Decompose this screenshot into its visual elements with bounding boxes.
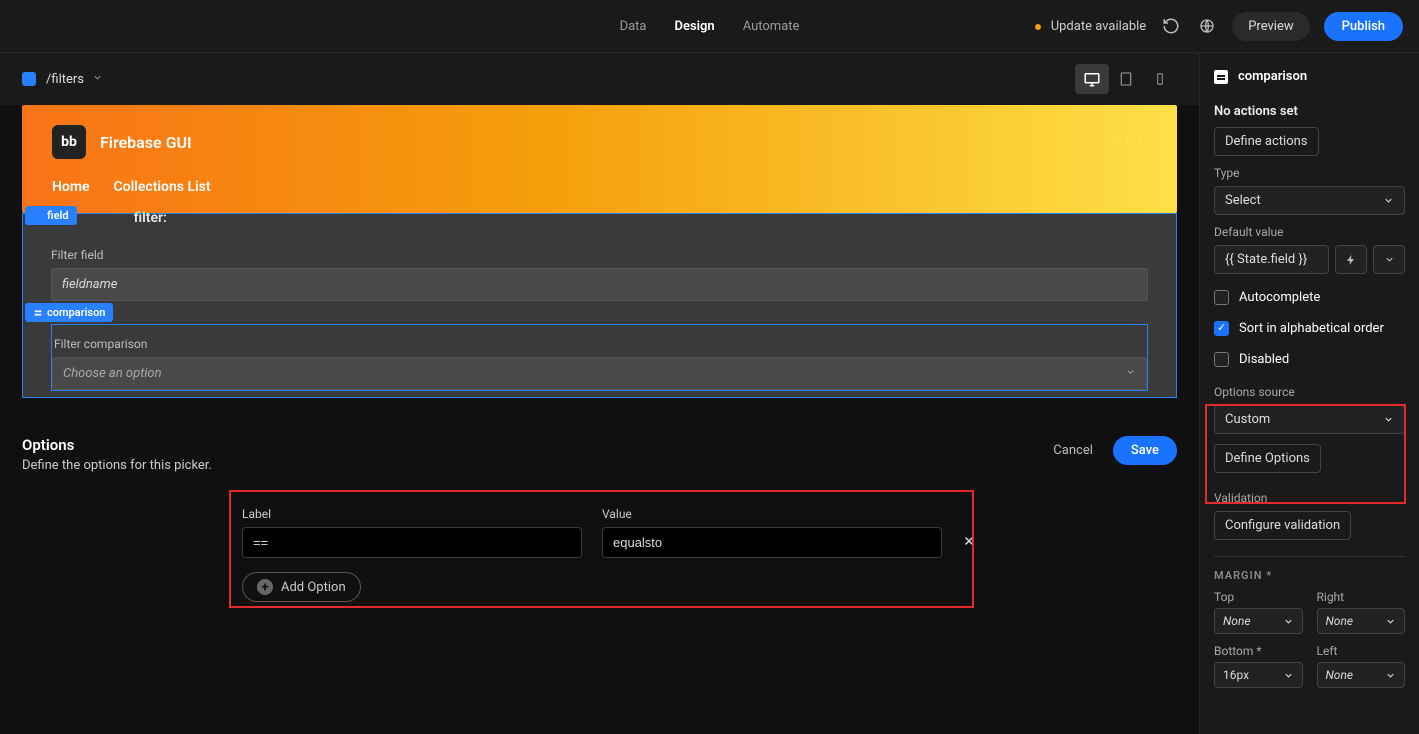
type-select[interactable]: Select xyxy=(1214,186,1405,215)
filter-comparison-select[interactable]: Choose an option xyxy=(52,357,1147,390)
chevron-down-icon xyxy=(1283,616,1294,627)
options-source-label: Options source xyxy=(1214,385,1405,399)
option-value-input[interactable] xyxy=(602,527,942,558)
component-header: comparison xyxy=(1200,53,1419,94)
chevron-down-icon xyxy=(1125,366,1136,381)
app-logo: bb xyxy=(52,125,86,159)
sort-alpha-checkbox[interactable]: Sort in alphabetical order xyxy=(1200,321,1419,336)
default-value-input[interactable]: {{ State.field }} xyxy=(1214,245,1329,274)
margin-bottom-select[interactable]: 16px xyxy=(1214,662,1303,688)
device-desktop[interactable] xyxy=(1075,64,1109,94)
globe-icon[interactable] xyxy=(1196,15,1218,37)
option-label-header: Label xyxy=(242,507,582,521)
breadcrumb-bar: /filters xyxy=(0,53,1199,105)
chevron-down-icon[interactable] xyxy=(1373,245,1405,274)
drag-handle-icon[interactable]: ⋮⋮⋮ xyxy=(1108,135,1147,150)
select-component-icon xyxy=(1214,70,1228,84)
undo-icon[interactable] xyxy=(1160,15,1182,37)
cancel-button[interactable]: Cancel xyxy=(1053,443,1093,458)
device-mobile[interactable] xyxy=(1143,64,1177,94)
filter-field-label: Filter field xyxy=(51,248,1148,262)
chevron-down-icon xyxy=(1383,414,1394,425)
field-tag[interactable]: field xyxy=(25,206,77,225)
screen-icon xyxy=(22,72,36,86)
chevron-down-icon xyxy=(1385,670,1396,681)
disabled-checkbox[interactable]: Disabled xyxy=(1200,352,1419,367)
margin-right-select[interactable]: None xyxy=(1317,608,1406,634)
plus-icon: + xyxy=(257,579,273,595)
update-dot-icon xyxy=(1035,24,1041,30)
options-modal: Options Define the options for this pick… xyxy=(0,416,1199,734)
default-value-label: Default value xyxy=(1214,225,1405,239)
app-nav: Home Collections List xyxy=(22,171,1177,213)
define-options-button[interactable]: Define Options xyxy=(1214,444,1321,473)
options-source-select[interactable]: Custom xyxy=(1214,405,1405,434)
nav-collections[interactable]: Collections List xyxy=(114,179,211,195)
options-modal-subtitle: Define the options for this picker. xyxy=(22,458,212,473)
filter-field-input[interactable]: fieldname xyxy=(51,268,1148,301)
device-tablet[interactable] xyxy=(1109,64,1143,94)
option-label-input[interactable] xyxy=(242,527,582,558)
chevron-down-icon[interactable] xyxy=(92,72,103,87)
nav-home[interactable]: Home xyxy=(52,179,90,195)
margin-bottom-label: Bottom * xyxy=(1214,644,1303,658)
filter-title: filter: xyxy=(134,210,167,226)
app-header-card: bb Firebase GUI ⋮⋮⋮ Home Collections Lis… xyxy=(22,105,1177,213)
breadcrumb-path[interactable]: /filters xyxy=(46,72,84,87)
tab-automate[interactable]: Automate xyxy=(743,13,800,40)
chevron-down-icon xyxy=(1385,616,1396,627)
publish-button[interactable]: Publish xyxy=(1324,12,1403,41)
filter-comparison-label: Filter comparison xyxy=(52,333,1147,351)
filter-panel: field filter: Filter field fieldname com… xyxy=(22,213,1177,398)
margin-left-label: Left xyxy=(1317,644,1406,658)
update-available[interactable]: Update available xyxy=(1035,19,1146,34)
margin-right-label: Right xyxy=(1317,590,1406,604)
bolt-icon[interactable] xyxy=(1335,245,1367,274)
preview-button[interactable]: Preview xyxy=(1232,12,1309,41)
topbar-tabs: Data Design Automate xyxy=(620,13,800,40)
topbar: Data Design Automate Update available Pr… xyxy=(0,0,1419,53)
tab-design[interactable]: Design xyxy=(675,13,715,40)
configure-validation-button[interactable]: Configure validation xyxy=(1214,511,1351,540)
save-button[interactable]: Save xyxy=(1113,436,1177,465)
app-title: Firebase GUI xyxy=(100,133,192,152)
define-actions-button[interactable]: Define actions xyxy=(1214,127,1319,156)
add-option-button[interactable]: + Add Option xyxy=(242,572,361,602)
margin-top-label: Top xyxy=(1214,590,1303,604)
chevron-down-icon xyxy=(1383,195,1394,206)
validation-label: Validation xyxy=(1214,491,1405,505)
no-actions-text: No actions set xyxy=(1214,104,1405,119)
comparison-tag[interactable]: comparison xyxy=(25,303,113,322)
options-modal-title: Options xyxy=(22,436,212,454)
type-label: Type xyxy=(1214,166,1405,180)
chevron-down-icon xyxy=(1283,670,1294,681)
margin-left-select[interactable]: None xyxy=(1317,662,1406,688)
remove-option-button[interactable] xyxy=(962,534,976,552)
option-value-header: Value xyxy=(602,507,942,521)
device-toggle xyxy=(1075,64,1177,94)
margin-top-select[interactable]: None xyxy=(1214,608,1303,634)
tab-data[interactable]: Data xyxy=(620,13,647,40)
autocomplete-checkbox[interactable]: Autocomplete xyxy=(1200,290,1419,305)
properties-panel: comparison No actions set Define actions… xyxy=(1199,53,1419,734)
margin-section-title: MARGIN * xyxy=(1200,569,1419,582)
